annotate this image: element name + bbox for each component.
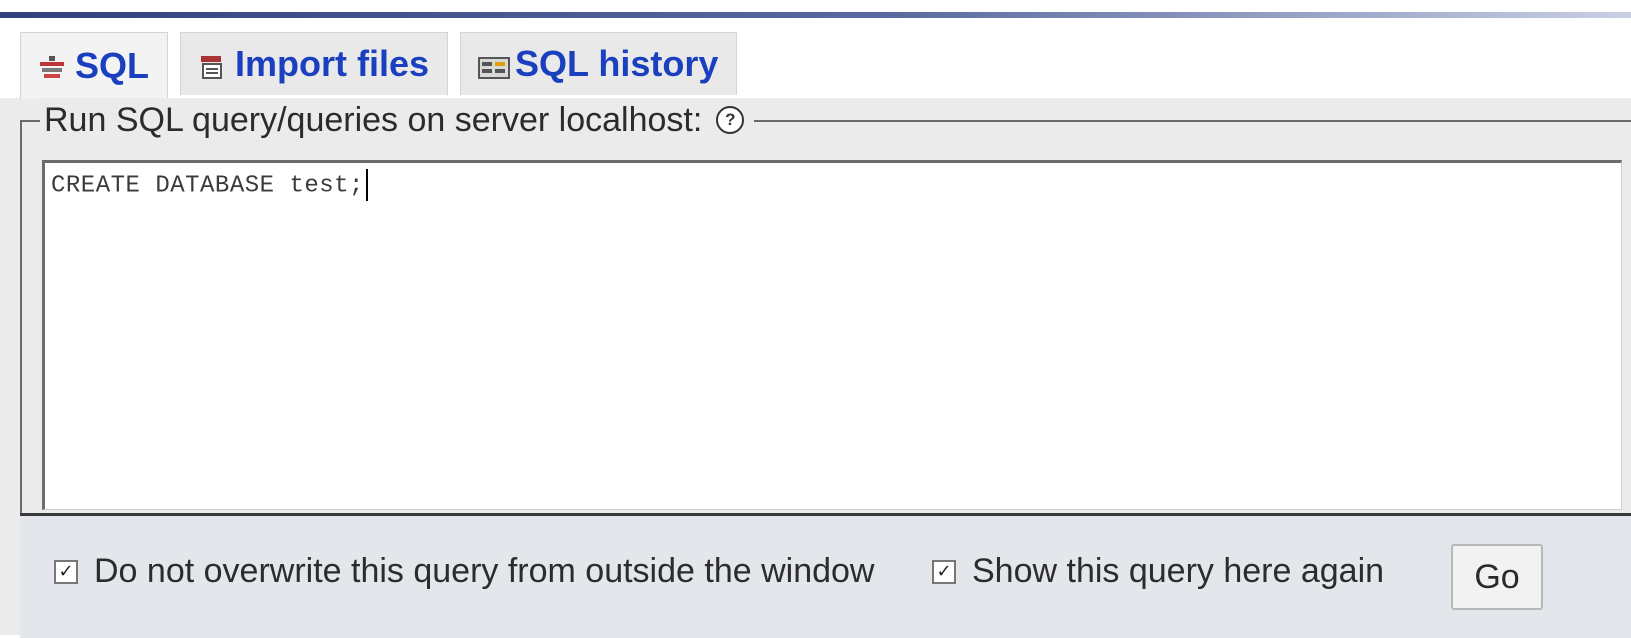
help-icon[interactable]: ?	[716, 106, 745, 134]
query-options-bar: ✓ Do not overwrite this query from outsi…	[20, 513, 1631, 638]
fieldset-legend: Run SQL query/queries on server localhos…	[40, 98, 755, 142]
sql-query-text: CREATE DATABASE test;	[51, 169, 368, 201]
tab-sql-history-label: SQL history	[515, 43, 719, 84]
no-overwrite-checkbox[interactable]: ✓	[54, 559, 78, 584]
text-caret	[365, 169, 368, 201]
option-show-again[interactable]: ✓ Show this query here again	[932, 552, 1384, 591]
import-files-icon	[197, 49, 227, 79]
show-again-label: Show this query here again	[972, 552, 1385, 590]
tab-sql[interactable]: SQL	[20, 32, 169, 99]
sql-query-value: CREATE DATABASE test;	[51, 172, 364, 200]
sql-history-icon	[477, 49, 511, 79]
show-again-checkbox[interactable]: ✓	[932, 559, 956, 584]
tab-import-files-label: Import files	[235, 43, 430, 84]
query-window-tabs: SQL Import files SQL history	[20, 32, 738, 100]
top-bar-line	[0, 12, 1631, 18]
sql-query-icon	[37, 51, 67, 81]
window-top-bar	[0, 0, 1631, 22]
tab-import-files[interactable]: Import files	[180, 32, 449, 95]
option-no-overwrite[interactable]: ✓ Do not overwrite this query from outsi…	[54, 552, 874, 591]
go-button[interactable]: Go	[1451, 544, 1543, 610]
tab-sql-history[interactable]: SQL history	[460, 32, 738, 95]
tab-sql-label: SQL	[75, 45, 150, 86]
sql-query-textarea[interactable]: CREATE DATABASE test;	[42, 160, 1622, 510]
no-overwrite-label: Do not overwrite this query from outside…	[94, 552, 875, 590]
legend-text: Run SQL query/queries on server localhos…	[44, 100, 703, 139]
